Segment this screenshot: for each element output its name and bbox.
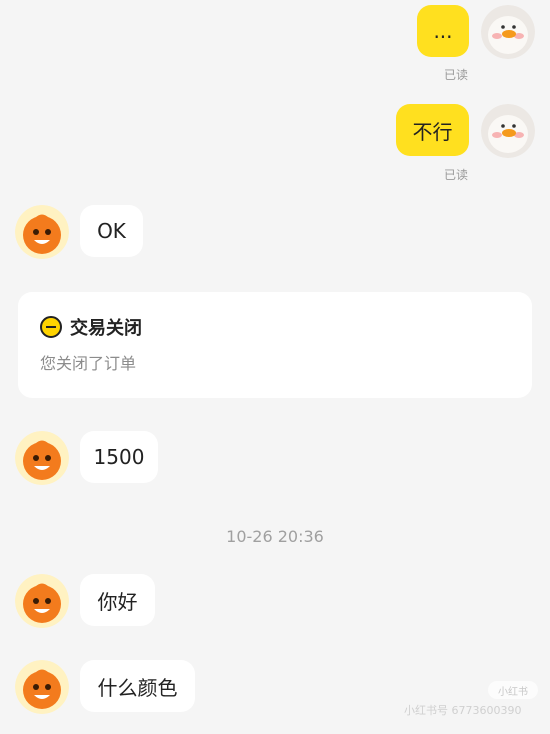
orange-mascot-avatar-icon[interactable] <box>15 205 69 259</box>
card-title: 交易关闭 <box>40 314 142 340</box>
card-title-text: 交易关闭 <box>70 318 142 339</box>
order-status-card[interactable]: 交易关闭 您关闭了订单 <box>18 292 532 398</box>
watermark-badge: 小红书 <box>488 681 538 699</box>
message-text: 你好 <box>97 589 138 614</box>
read-status: 已读 <box>444 68 469 82</box>
message-text: OK <box>97 219 126 243</box>
message-bubble-mine[interactable]: 不行 <box>396 104 469 156</box>
orange-mascot-avatar-icon[interactable] <box>15 431 69 485</box>
message-text: 不行 <box>412 119 453 144</box>
message-bubble-mine[interactable]: ... <box>417 5 469 57</box>
read-status: 已读 <box>444 168 469 182</box>
orange-mascot-avatar-icon[interactable] <box>15 660 69 714</box>
minus-circle-icon <box>40 316 62 338</box>
card-subtitle: 您关闭了订单 <box>40 354 137 373</box>
message-bubble-theirs[interactable]: 什么颜色 <box>80 660 195 712</box>
message-text: 1500 <box>93 445 145 469</box>
orange-mascot-avatar-icon[interactable] <box>15 574 69 628</box>
message-text: 什么颜色 <box>97 675 178 700</box>
message-bubble-theirs[interactable]: OK <box>80 205 143 257</box>
message-bubble-theirs[interactable]: 你好 <box>80 574 155 626</box>
message-text: ... <box>433 19 453 43</box>
watermark-text: 小红书号 6773600390 <box>404 704 522 717</box>
duck-avatar-icon[interactable] <box>481 104 535 158</box>
message-timestamp: 10-26 20:36 <box>226 527 324 546</box>
message-bubble-theirs[interactable]: 1500 <box>80 431 158 483</box>
duck-avatar-icon[interactable] <box>481 5 535 59</box>
